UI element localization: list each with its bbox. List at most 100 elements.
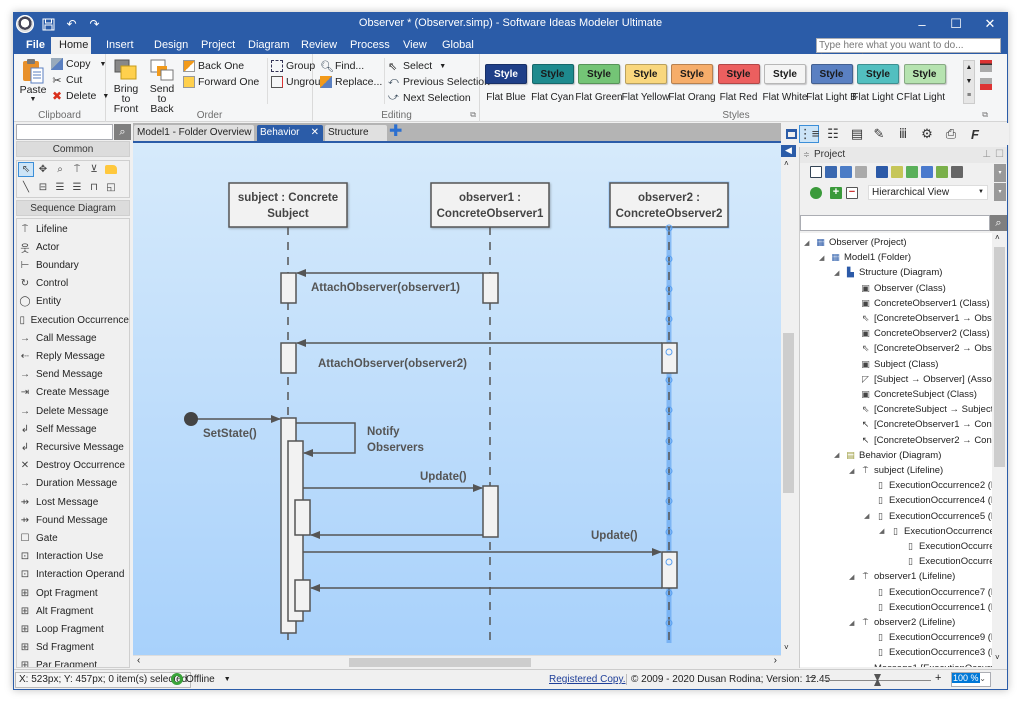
edit-icon[interactable]: ✎ [869, 125, 889, 143]
refresh-icon[interactable] [810, 187, 822, 199]
execution-occurrence[interactable] [280, 342, 297, 374]
frame-tool-icon[interactable]: ⊓ [86, 180, 102, 195]
tree-item[interactable]: ◢ ⍑ subject (Lifeline) [849, 463, 943, 478]
tree-item[interactable]: ▯ ExecutionOccurrence9 (Ex [864, 630, 992, 645]
lifeline-observer1[interactable]: observer1 : ConcreteObserver1 [430, 182, 550, 643]
tool-sd-fragment[interactable]: ⊞ Sd Fragment [19, 639, 129, 657]
toolbox-common-header[interactable]: Common [16, 141, 130, 157]
execution-occurrence[interactable] [294, 499, 311, 536]
tree-item[interactable]: ↖ [ConcreteObserver2 → Concre [849, 433, 992, 448]
collapse-panel-icon[interactable]: ◀ [781, 143, 796, 157]
tree-item[interactable]: ▣ ConcreteSubject (Class) [849, 387, 977, 402]
tool-opt-fragment[interactable]: ⊞ Opt Fragment [19, 584, 129, 602]
maximize-button[interactable]: ☐ [939, 13, 973, 35]
style-button-flat-yellow[interactable]: Style [624, 64, 667, 84]
tool-delete-message[interactable]: → Delete Message [19, 402, 129, 420]
tab-design[interactable]: Design [146, 37, 196, 54]
component-diagram-icon[interactable] [921, 166, 933, 178]
tool-reply-message[interactable]: ⇠ Reply Message [19, 347, 129, 365]
printer-icon[interactable]: ⎙ [941, 125, 961, 143]
expand-arrow-icon[interactable]: ◢ [819, 254, 827, 262]
tab-project[interactable]: Project [193, 37, 243, 54]
project-filter-search-icon[interactable]: ⌕ [990, 215, 1007, 231]
forward-one-button[interactable]: Forward One [183, 76, 259, 88]
minimize-button[interactable]: – [905, 13, 939, 35]
activity-diagram-icon[interactable] [936, 166, 948, 178]
tree-item[interactable]: ⇖ [ConcreteObserver1 → Observ [849, 311, 992, 326]
tab-home[interactable]: Home [51, 37, 91, 54]
format-painter-icon[interactable] [980, 60, 992, 72]
panel-drag-icon[interactable]: ≑ [803, 147, 810, 163]
expand-arrow-icon[interactable]: ◢ [879, 527, 887, 535]
gears-icon[interactable]: ⚙ [917, 125, 937, 143]
tree-item[interactable]: ◢ ▦ Observer (Project) [804, 235, 907, 250]
tree-item[interactable]: ◢ ▤ Behavior (Diagram) [834, 448, 941, 463]
vertical-scroll-thumb[interactable] [783, 333, 794, 493]
tree-item[interactable]: ▣ Subject (Class) [849, 357, 938, 372]
replace-button[interactable]: Replace... [320, 76, 382, 88]
tool-control[interactable]: ↻ Control [19, 275, 129, 293]
tool-interaction-use[interactable]: ⊡ Interaction Use [19, 548, 129, 566]
style-button-flat-green[interactable]: Style [578, 64, 620, 84]
toolbox-sequence-header[interactable]: Sequence Diagram [16, 200, 130, 216]
toolbar-overflow-icon-2[interactable]: ▾ [994, 183, 1006, 201]
usecase-diagram-icon[interactable] [906, 166, 918, 178]
copy-button[interactable]: Copy ▼ [51, 58, 106, 70]
tree-item[interactable]: ◢ ⍑ observer1 (Lifeline) [849, 569, 955, 584]
back-one-button[interactable]: Back One [183, 60, 244, 72]
tab-diagram[interactable]: Diagram [240, 37, 298, 54]
tree-item[interactable]: ↖ [ConcreteObserver1 → Concre [849, 417, 992, 432]
execution-occurrence[interactable] [294, 579, 311, 612]
add-tab-icon[interactable]: ✚ [389, 123, 402, 141]
scroll-down-icon[interactable]: ˅ [784, 643, 789, 652]
tool-actor[interactable]: 웃 Actor [19, 238, 129, 256]
select-dropdown-icon[interactable]: ▼ [439, 63, 446, 70]
tree-item[interactable]: →Message1 [ExecutionOccurren [849, 661, 992, 667]
select-button[interactable]: ⇖ Select ▼ [388, 60, 446, 73]
format-painter-tool-icon[interactable]: ⍑ [69, 162, 85, 177]
text-tool-icon[interactable]: ☰ [52, 180, 68, 195]
expand-arrow-icon[interactable]: ◢ [804, 239, 812, 247]
tree-item[interactable]: ▯ ExecutionOccurrence2 (Ex [864, 478, 992, 493]
style-button-flat-light-b[interactable]: Style [810, 64, 853, 84]
canvas-horizontal-scrollbar[interactable]: ‹ › [133, 655, 781, 668]
expand-all-icon[interactable]: + [830, 187, 842, 199]
paste-button[interactable]: Paste ▼ [19, 57, 47, 105]
tool-self-message[interactable]: ↲ Self Message [19, 420, 129, 438]
image-tool-icon[interactable]: ⊟ [35, 180, 51, 195]
send-to-back-button[interactable]: Send to Back [145, 58, 179, 114]
tree-scroll-thumb[interactable] [994, 247, 1005, 467]
execution-occurrence[interactable] [661, 342, 678, 374]
tool-boundary[interactable]: ⊢ Boundary [19, 256, 129, 274]
execution-occurrence[interactable] [482, 485, 499, 538]
tool-entity[interactable]: ◯ Entity [19, 293, 129, 311]
tool-interaction-operand[interactable]: ⊡ Interaction Operand [19, 566, 129, 584]
tab-review[interactable]: Review [293, 37, 345, 54]
crayons-icon[interactable]: ⅲ [893, 125, 913, 143]
tab-insert[interactable]: Insert [98, 37, 142, 54]
tab-file[interactable]: File [18, 37, 53, 54]
style-button-flat-cyan[interactable]: Style [531, 64, 574, 84]
tree-item[interactable]: ⇖ [ConcreteObserver2 → Observ [849, 341, 992, 356]
tab-view[interactable]: View [395, 37, 435, 54]
tree-item[interactable]: ◢ ▦ Model1 (Folder) [819, 250, 911, 265]
deployment-diagram-icon[interactable] [951, 166, 963, 178]
registered-copy-link[interactable]: Registered Copy. [549, 674, 626, 685]
delete-button[interactable]: ✖ Delete ▼ [51, 90, 109, 102]
connection-status[interactable]: Offline ▼ [171, 673, 231, 685]
scroll-up-icon[interactable]: ˄ [784, 159, 789, 168]
tool-loop-fragment[interactable]: ⊞ Loop Fragment [19, 620, 129, 638]
copy-dropdown-icon[interactable]: ▼ [100, 61, 107, 68]
toolbox-search-icon[interactable]: ⌕ [114, 124, 131, 140]
execution-occurrence[interactable] [482, 272, 499, 304]
tool-lifeline[interactable]: ⍑ Lifeline [19, 220, 129, 238]
tree-item[interactable]: ▯ ExecutionOccurren [894, 554, 992, 569]
tree-item[interactable]: ▯ ExecutionOccurrence4 (Ex [864, 493, 992, 508]
note-tool-icon[interactable] [103, 162, 119, 177]
tab-behavior[interactable]: Behavior ✕ [257, 125, 323, 141]
collapse-all-icon[interactable]: − [846, 187, 858, 199]
next-selection-button[interactable]: ⤻ Next Selection [388, 92, 471, 104]
comment-tool-icon[interactable]: ◱ [103, 180, 119, 195]
previous-selection-button[interactable]: ⤺ Previous Selection [388, 76, 490, 88]
tool-lost-message[interactable]: ⇸ Lost Message [19, 493, 129, 511]
